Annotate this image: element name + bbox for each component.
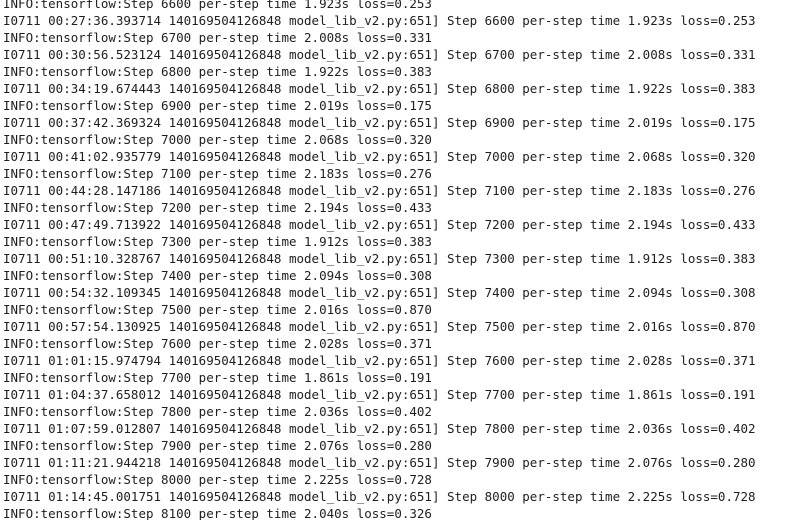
log-line: I0711 00:30:56.523124 140169504126848 mo…: [3, 47, 756, 62]
log-line: INFO:tensorflow:Step 6600 per-step time …: [3, 0, 432, 11]
log-line: INFO:tensorflow:Step 7100 per-step time …: [3, 166, 432, 181]
log-line: I0711 00:47:49.713922 140169504126848 mo…: [3, 217, 756, 232]
log-line: I0711 01:14:45.001751 140169504126848 mo…: [3, 489, 756, 504]
log-line: INFO:tensorflow:Step 8100 per-step time …: [3, 506, 432, 520]
log-line: I0711 00:41:02.935779 140169504126848 mo…: [3, 149, 756, 164]
log-line: INFO:tensorflow:Step 7000 per-step time …: [3, 132, 432, 147]
log-line: I0711 00:57:54.130925 140169504126848 mo…: [3, 319, 756, 334]
log-line: I0711 01:11:21.944218 140169504126848 mo…: [3, 455, 756, 470]
log-line: INFO:tensorflow:Step 7600 per-step time …: [3, 336, 432, 351]
log-line: I0711 01:01:15.974794 140169504126848 mo…: [3, 353, 756, 368]
log-line: I0711 00:44:28.147186 140169504126848 mo…: [3, 183, 756, 198]
log-line: I0711 00:34:19.674443 140169504126848 mo…: [3, 81, 756, 96]
log-line: I0711 00:54:32.109345 140169504126848 mo…: [3, 285, 756, 300]
log-line: I0711 01:04:37.658012 140169504126848 mo…: [3, 387, 756, 402]
log-line: INFO:tensorflow:Step 6700 per-step time …: [3, 30, 432, 45]
log-line: INFO:tensorflow:Step 7200 per-step time …: [3, 200, 432, 215]
log-line: INFO:tensorflow:Step 7300 per-step time …: [3, 234, 432, 249]
console-output: INFO:tensorflow:Step 6600 per-step time …: [0, 0, 809, 520]
log-line: INFO:tensorflow:Step 6800 per-step time …: [3, 64, 432, 79]
log-line: INFO:tensorflow:Step 7800 per-step time …: [3, 404, 432, 419]
log-line: I0711 01:07:59.012807 140169504126848 mo…: [3, 421, 756, 436]
log-line: I0711 00:37:42.369324 140169504126848 mo…: [3, 115, 756, 130]
log-line: INFO:tensorflow:Step 7500 per-step time …: [3, 302, 432, 317]
log-line: INFO:tensorflow:Step 8000 per-step time …: [3, 472, 432, 487]
log-line: INFO:tensorflow:Step 6900 per-step time …: [3, 98, 432, 113]
log-line: INFO:tensorflow:Step 7700 per-step time …: [3, 370, 432, 385]
log-line: INFO:tensorflow:Step 7900 per-step time …: [3, 438, 432, 453]
log-line: INFO:tensorflow:Step 7400 per-step time …: [3, 268, 432, 283]
log-line: I0711 00:51:10.328767 140169504126848 mo…: [3, 251, 756, 266]
log-line: I0711 00:27:36.393714 140169504126848 mo…: [3, 13, 756, 28]
